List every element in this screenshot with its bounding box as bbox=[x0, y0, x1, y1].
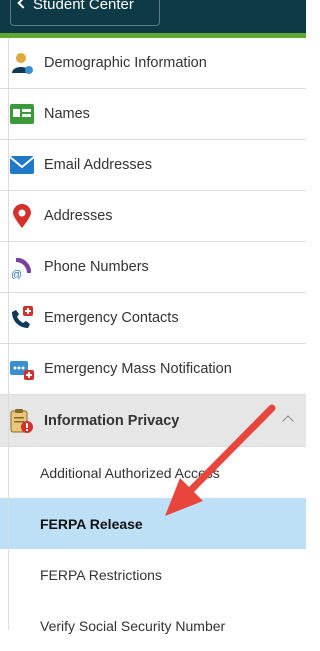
clipboard-alert-icon bbox=[9, 408, 35, 434]
left-border bbox=[0, 38, 9, 630]
top-bar: Student Center bbox=[0, 0, 306, 33]
menu-item-label: Addresses bbox=[44, 208, 113, 224]
menu-item-email-addresses[interactable]: Email Addresses bbox=[0, 140, 306, 191]
envelope-icon bbox=[9, 152, 35, 178]
menu-item-label: Email Addresses bbox=[44, 157, 152, 173]
side-menu: Demographic Information Names Email Addr… bbox=[0, 38, 306, 651]
chevron-left-icon bbox=[17, 0, 29, 9]
menu-item-label: Phone Numbers bbox=[44, 259, 149, 275]
menu-item-phone-numbers[interactable]: @ Phone Numbers bbox=[0, 242, 306, 293]
back-to-student-center-button[interactable]: Student Center bbox=[10, 0, 160, 26]
person-icon bbox=[9, 50, 35, 76]
submenu-item-additional-authorized-access[interactable]: Additional Authorized Access bbox=[0, 447, 306, 498]
menu-item-label: Emergency Contacts bbox=[44, 310, 179, 326]
menu-item-label: Demographic Information bbox=[44, 55, 207, 71]
map-pin-icon bbox=[9, 203, 35, 229]
menu-item-addresses[interactable]: Addresses bbox=[0, 191, 306, 242]
submenu-item-verify-social-security-number[interactable]: Verify Social Security Number bbox=[0, 600, 306, 651]
id-card-icon bbox=[9, 101, 35, 127]
menu-item-emergency-mass-notification[interactable]: Emergency Mass Notification bbox=[0, 344, 306, 395]
menu-item-demographic-information[interactable]: Demographic Information bbox=[0, 38, 306, 89]
chevron-up-icon[interactable] bbox=[282, 415, 294, 427]
menu-item-label: Emergency Mass Notification bbox=[44, 361, 232, 377]
phone-icon: @ bbox=[9, 254, 35, 280]
submenu-item-ferpa-release[interactable]: FERPA Release bbox=[0, 498, 306, 549]
svg-text:@: @ bbox=[11, 269, 22, 279]
menu-item-names[interactable]: Names bbox=[0, 89, 306, 140]
emergency-phone-icon bbox=[9, 305, 35, 331]
notification-icon bbox=[9, 356, 35, 382]
menu-item-emergency-contacts[interactable]: Emergency Contacts bbox=[0, 293, 306, 344]
menu-item-label: Names bbox=[44, 106, 90, 122]
menu-section-information-privacy[interactable]: Information Privacy bbox=[0, 395, 306, 447]
menu-section-label: Information Privacy bbox=[44, 412, 180, 429]
back-button-label: Student Center bbox=[33, 0, 134, 13]
submenu-item-ferpa-restrictions[interactable]: FERPA Restrictions bbox=[0, 549, 306, 600]
